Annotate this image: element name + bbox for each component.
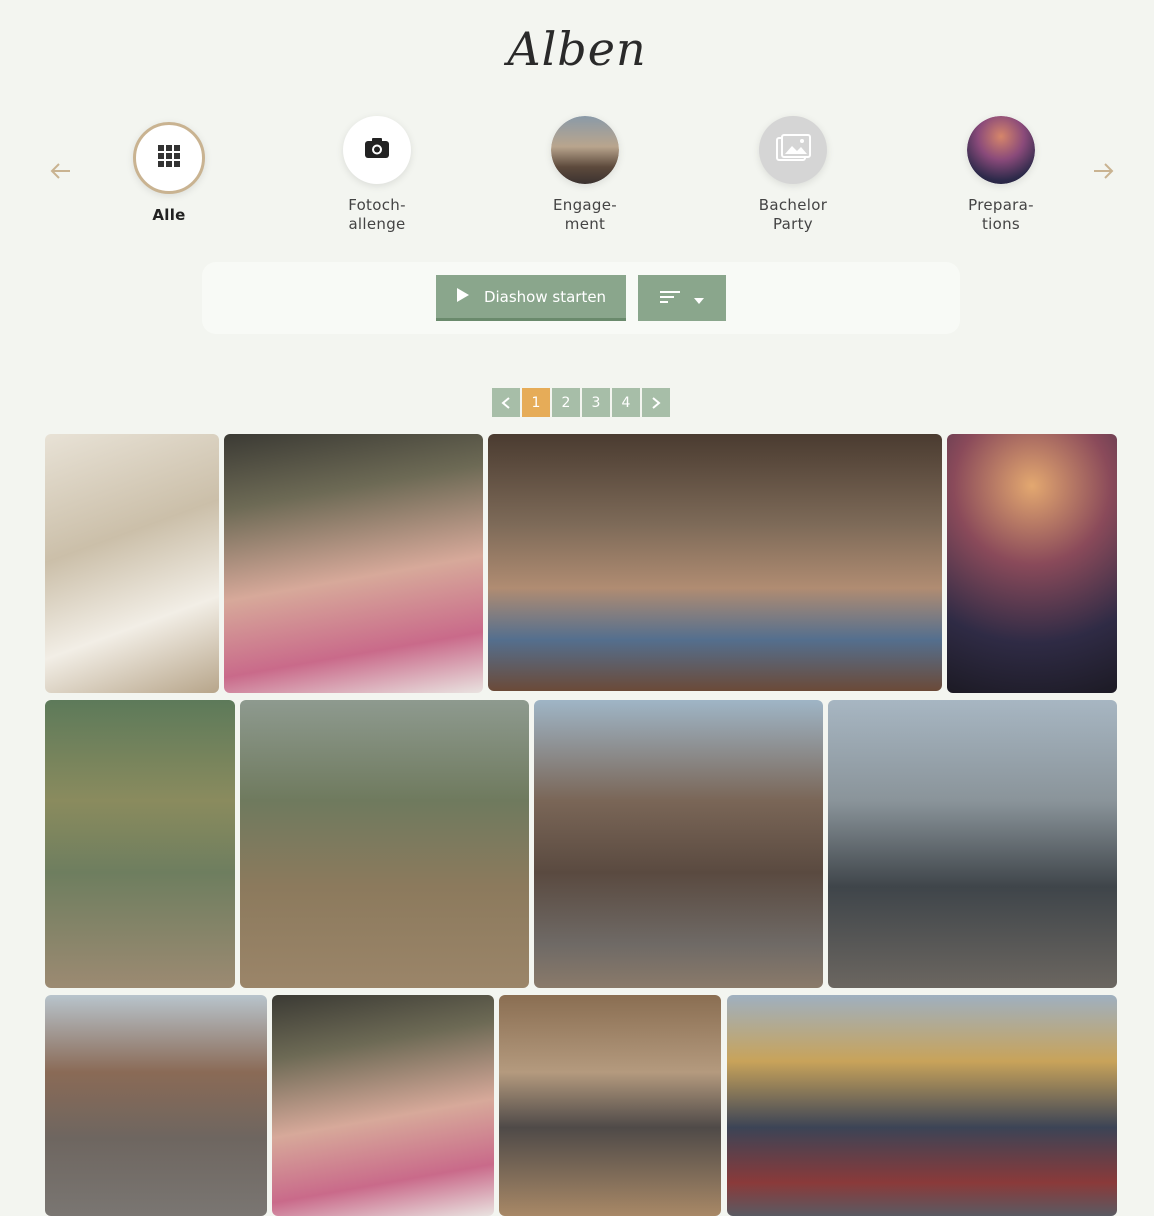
page-button-4[interactable]: 4 bbox=[612, 388, 640, 417]
arrow-left-icon[interactable] bbox=[46, 158, 76, 188]
preparations-thumbnail bbox=[967, 116, 1035, 184]
page-button-3[interactable]: 3 bbox=[582, 388, 610, 417]
photo-thumbnail[interactable] bbox=[727, 995, 1117, 1216]
category-circle bbox=[551, 116, 619, 184]
category-alle[interactable]: Alle bbox=[99, 116, 239, 225]
photo-thumbnail[interactable] bbox=[45, 434, 219, 693]
category-label: Prepara- tions bbox=[968, 196, 1034, 233]
slideshow-label: Diashow starten bbox=[483, 287, 607, 306]
photo-thumbnail[interactable] bbox=[240, 700, 529, 988]
category-label: Engage- ment bbox=[553, 196, 617, 233]
play-icon bbox=[456, 287, 470, 307]
pagination: 1 2 3 4 bbox=[492, 388, 670, 417]
photo-thumbnail[interactable] bbox=[272, 995, 494, 1216]
photo-thumbnail[interactable] bbox=[947, 434, 1117, 693]
page-prev-button[interactable] bbox=[492, 388, 520, 417]
photo-thumbnail[interactable] bbox=[45, 995, 267, 1216]
camera-icon bbox=[364, 137, 390, 163]
page-button-1[interactable]: 1 bbox=[522, 388, 550, 417]
sort-dropdown[interactable] bbox=[638, 275, 726, 321]
caret-down-icon bbox=[694, 289, 704, 308]
sort-icon bbox=[660, 289, 680, 308]
category-label: Fotoch- allenge bbox=[348, 196, 406, 233]
category-label: Alle bbox=[152, 206, 186, 224]
slideshow-button[interactable]: Diashow starten bbox=[436, 275, 626, 321]
page-title: Alben bbox=[507, 22, 647, 76]
category-preparations[interactable]: Prepara- tions bbox=[931, 116, 1071, 234]
category-bachelor-party[interactable]: Bachelor Party bbox=[723, 116, 863, 234]
category-circle bbox=[759, 116, 827, 184]
category-circle bbox=[133, 122, 205, 194]
arrow-right-icon[interactable] bbox=[1088, 158, 1118, 188]
photo-thumbnail[interactable] bbox=[45, 700, 235, 988]
category-engagement[interactable]: Engage- ment bbox=[515, 116, 655, 234]
photo-thumbnail[interactable] bbox=[488, 434, 942, 691]
engagement-thumbnail bbox=[551, 116, 619, 184]
category-circle bbox=[343, 116, 411, 184]
category-circle bbox=[967, 116, 1035, 184]
image-placeholder-icon bbox=[775, 134, 811, 166]
page-button-2[interactable]: 2 bbox=[552, 388, 580, 417]
grid-icon bbox=[158, 145, 180, 171]
category-label: Bachelor Party bbox=[758, 196, 828, 233]
category-fotochallenge[interactable]: Fotoch- allenge bbox=[307, 116, 447, 234]
page-next-button[interactable] bbox=[642, 388, 670, 417]
photo-thumbnail[interactable] bbox=[534, 700, 823, 988]
photo-thumbnail[interactable] bbox=[828, 700, 1117, 988]
photo-thumbnail[interactable] bbox=[224, 434, 483, 693]
photo-thumbnail[interactable] bbox=[499, 995, 721, 1216]
